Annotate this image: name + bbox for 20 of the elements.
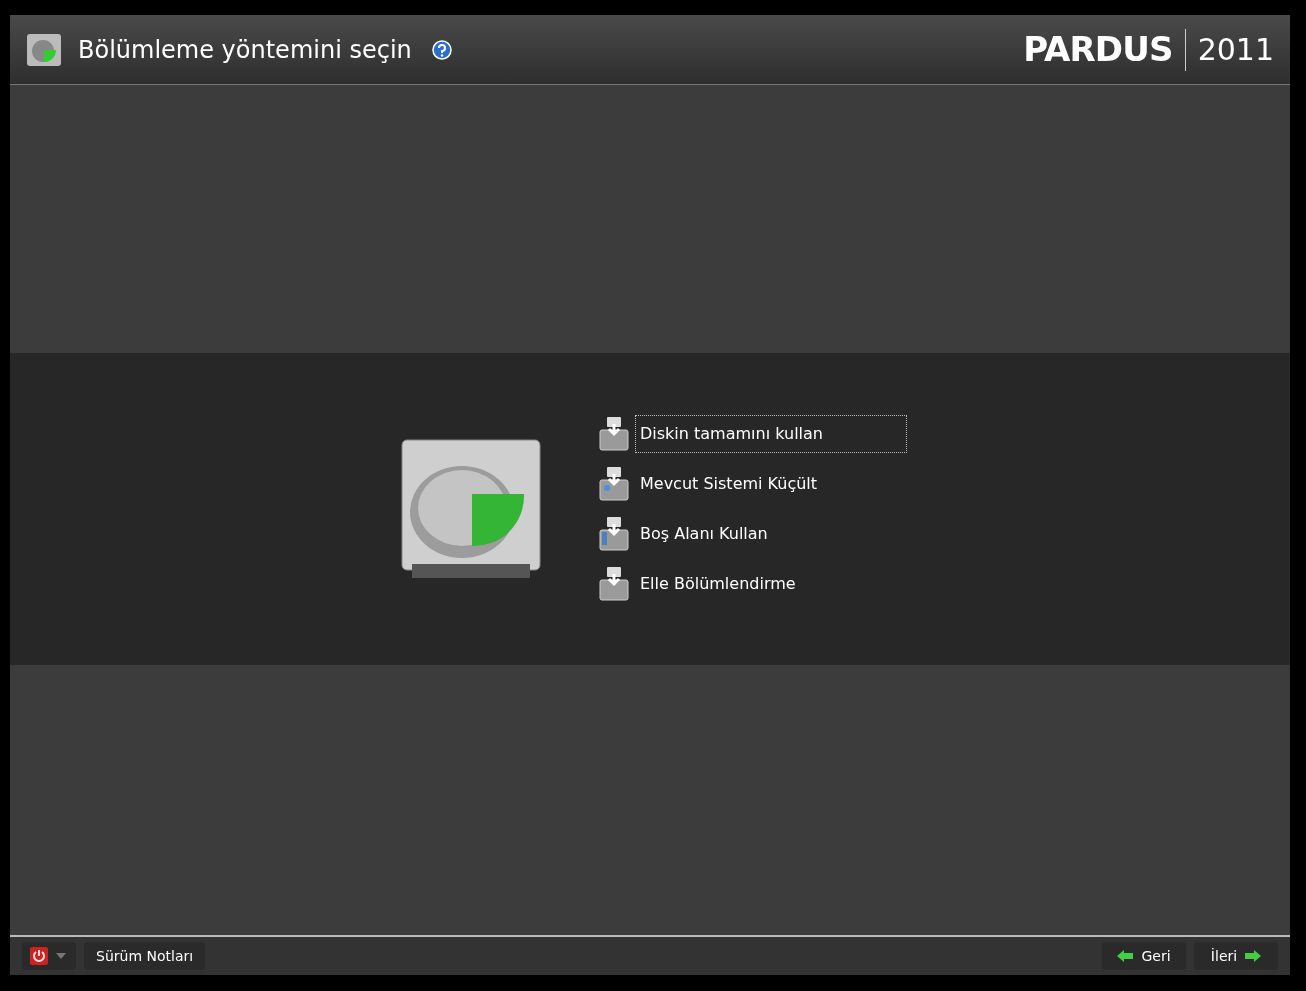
disk-icon [599, 466, 629, 502]
disk-icon [599, 516, 629, 552]
partition-option[interactable]: Mevcut Sistemi Küçült [635, 465, 907, 503]
left-arrow-icon [1117, 950, 1134, 962]
help-icon[interactable] [431, 39, 452, 60]
release-notes-button[interactable]: Sürüm Notları [84, 942, 206, 970]
partition-option[interactable]: Elle Bölümlendirme [635, 565, 907, 603]
disk-icon [599, 566, 629, 602]
next-button[interactable]: İleri [1194, 942, 1278, 970]
partition-option[interactable]: Boş Alanı Kullan [635, 515, 907, 553]
partition-option[interactable]: Diskin tamamını kullan [635, 415, 907, 453]
page-title: Bölümleme yöntemini seçin [78, 34, 412, 66]
disk-icon [599, 416, 629, 452]
back-button[interactable]: Geri [1102, 942, 1186, 970]
caret-icon [56, 953, 66, 959]
right-arrow-icon [1245, 950, 1262, 962]
power-icon [30, 947, 48, 965]
power-button[interactable] [22, 942, 76, 970]
brand-logo: PARDUS [1023, 28, 1173, 71]
year-label: 2011 [1197, 31, 1274, 69]
